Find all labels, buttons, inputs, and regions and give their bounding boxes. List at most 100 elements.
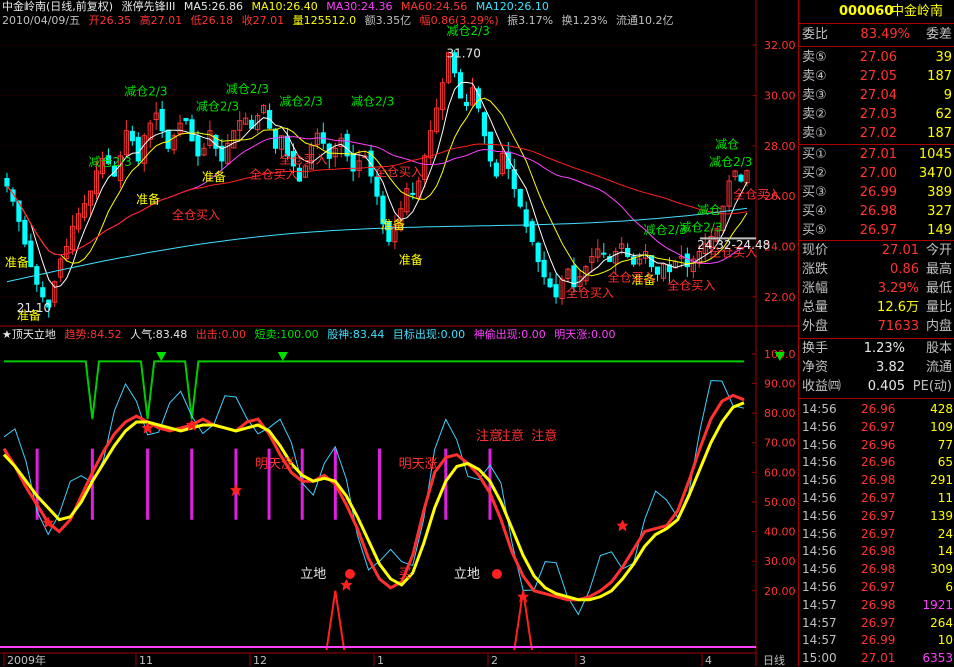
tick-row: 14:56 26.97 6 (802, 580, 953, 594)
chart-annotation: 准备 (5, 256, 29, 270)
chart-annotation: 全仓买入 (172, 207, 220, 222)
sell-level-row: 卖⑤ 27.06 39 (802, 50, 952, 65)
candle-body (553, 284, 559, 298)
candle-body (517, 188, 523, 207)
wei-bi-value: 83.49% (860, 27, 910, 42)
indicator-y-tick-label: 30.00 (764, 555, 796, 568)
tick-row: 14:56 26.96 65 (802, 455, 953, 470)
y-tick-label: 22.00 (764, 291, 796, 304)
quote-panel: 000060 中金岭南 委比 83.49% 委差 卖⑤ 27.06 39 卖④ 27.0… (798, 0, 954, 666)
tick-row: 14:56 26.97 139 (802, 508, 953, 523)
wei-bi-row: 委比 83.49% 委差 (799, 25, 954, 45)
chart-annotation: 减仓2/3 (351, 95, 394, 109)
candle-body (22, 219, 28, 245)
quote-change: 幅0.86(3.29%) (419, 14, 499, 27)
stock-name: 中金岭南 (891, 4, 944, 19)
candle-body (654, 266, 661, 275)
quote-amount: 额3.35亿 (364, 14, 412, 27)
indicator-annotation: 明天涨 (399, 457, 438, 472)
tick-row: 14:56 26.98 14 (802, 544, 953, 559)
candle-body (374, 176, 380, 197)
ma60-value: MA60:24.56 (400, 0, 468, 13)
candle-body (40, 287, 46, 298)
candle-body (4, 178, 10, 187)
y-tick-label: 30.00 (764, 89, 796, 102)
buy-level-row: 买⑤ 26.97 149 (802, 223, 952, 238)
candle-body (165, 129, 171, 149)
signal-star (517, 590, 530, 603)
chart-annotation: 31.70 (447, 47, 481, 61)
x-tick-label: 2 (491, 654, 498, 666)
candle-body (535, 242, 541, 263)
indicator-header: ★顶天立地 趋势:84.52 人气:83.48 出击:0.00 短卖:100.0… (2, 328, 621, 342)
chart-annotation: 24.32-24.48 (697, 238, 770, 252)
candle-body (457, 72, 464, 99)
stat-row: 涨跌 0.86 最高 (802, 262, 952, 277)
stat-row: 总量 12.6万 量比 (802, 300, 952, 315)
stat-row: 现价 27.01 今开 (802, 243, 952, 258)
chart-annotation: 全仓买入 (608, 270, 656, 285)
target-value: 目标出现:0.00 (392, 328, 466, 341)
sell-level-row: 卖④ 27.05 187 (802, 69, 952, 84)
chart-annotation: 准备 (202, 170, 226, 184)
quote-float: 流通10.2亿 (616, 14, 674, 27)
candle-body (272, 128, 279, 149)
indicator-title[interactable]: ★顶天立地 (2, 328, 56, 341)
chart-annotation: 全仓买入 (279, 151, 327, 166)
buy-level-row: 买③ 26.99 389 (802, 185, 952, 200)
trend-line (2, 393, 745, 602)
chart-annotation: 全仓买入 (566, 285, 614, 300)
chart-annotation: 全仓买入 (733, 187, 781, 202)
chart-annotation: 全仓买入 (375, 164, 423, 179)
stat-row: 收益㈣ 0.405 PE(动) (802, 379, 952, 394)
indicator-y-tick-label: 60.00 (764, 466, 796, 479)
indicator-y-tick-label: 90.00 (764, 378, 796, 391)
stat-row: 净资 3.82 流通 (802, 360, 952, 375)
candle-body (523, 209, 529, 227)
chart-annotation: 减仓2/3 (196, 100, 239, 114)
candle-body (159, 108, 165, 132)
tick-row: 14:56 26.96 77 (802, 437, 953, 452)
candle-body (16, 200, 22, 222)
candle-body (481, 112, 488, 137)
indicator-y-tick-label: 50.00 (764, 496, 796, 509)
chart-annotation: 减仓2/3 (679, 220, 722, 234)
chart-header: 中金岭南(日线,前复权) 涨停先锋III MA5:26.86 MA10:26.4… (2, 0, 554, 14)
ma10-value: MA10:26.40 (251, 0, 318, 13)
x-tick-label: 11 (139, 654, 153, 666)
quote-turnover: 换1.23% (561, 14, 608, 27)
chart-annotation: 减仓2/3 (279, 95, 322, 109)
candle-body (296, 167, 303, 182)
candle-body (28, 240, 34, 268)
indicator-annotation: 立地 (454, 567, 480, 582)
chart-annotation: 准备 (381, 218, 405, 232)
ma30-value: MA30:24.36 (326, 0, 393, 13)
candle-body (135, 136, 141, 162)
candle-body (195, 135, 201, 157)
tick-row: 14:56 26.97 11 (802, 491, 953, 505)
stock-god-value: 股神:83.44 (327, 328, 385, 341)
tick-row: 14:56 26.98 291 (802, 473, 953, 488)
tick-row: 15:00 27.01 6353 (802, 651, 953, 666)
chart-annotation: 减仓2/3 (709, 155, 752, 169)
indicator-annotation: 立地 (300, 567, 326, 582)
tick-row: 14:56 26.97 24 (802, 526, 953, 541)
tick-row: 14:56 26.97 109 (802, 419, 953, 434)
chart-annotation: 减仓2/3 (124, 84, 167, 98)
tomorrow-up-value: 明天涨:0.00 (554, 328, 616, 341)
stock-god-line (3, 380, 745, 616)
x-tick-label: 2009年 (7, 653, 46, 666)
signal-star (616, 519, 629, 532)
x-tick-label: 3 (579, 654, 586, 666)
trend-value: 趋势:84.52 (64, 328, 122, 341)
candle-body (493, 162, 499, 177)
chart-annotation: 减仓2/3 (88, 155, 131, 169)
candle-body (625, 247, 631, 258)
x-tick-label: 12 (253, 654, 267, 666)
chart-annotation: 21.10 (17, 301, 51, 315)
candle-body (129, 130, 135, 142)
tick-row: 14:57 26.99 10 (802, 633, 953, 648)
quote-line: 2010/04/09/五 开26.35 高27.01 低26.18 收27.01… (2, 14, 679, 28)
x-axis-label: 日线 (763, 653, 785, 666)
chart-annotation: 减仓 (697, 203, 721, 217)
